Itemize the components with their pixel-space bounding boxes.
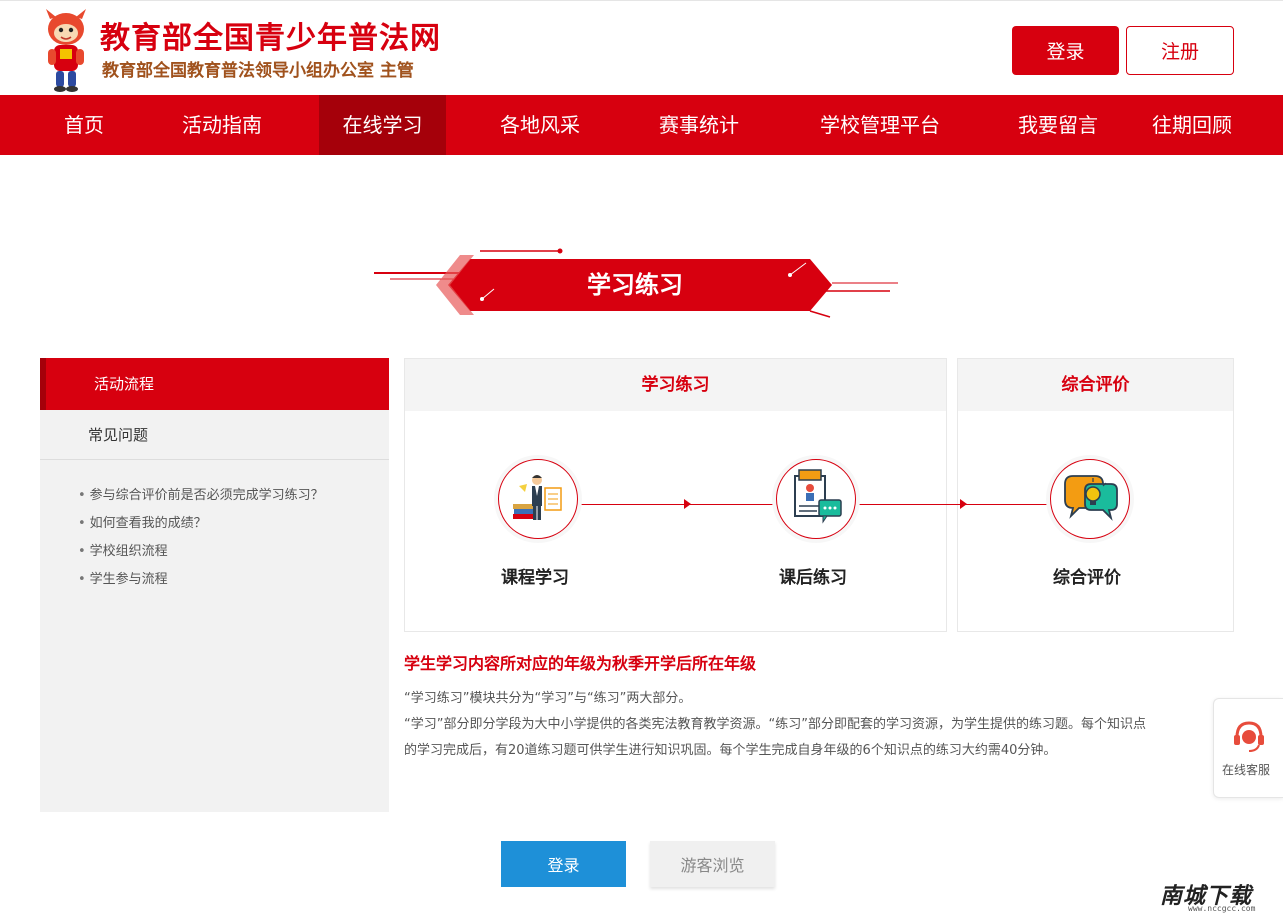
arrow-right-icon [960,499,967,509]
course-study-label: 课程学习 [501,568,569,588]
after-class-practice-step[interactable] [776,459,856,539]
faq-list: 参与综合评价前是否必须完成学习练习？ 如何查看我的成绩？ 学校组织流程 学生参与… [78,482,324,594]
after-class-practice-label: 课后练习 [779,568,847,588]
arrow-right-icon [684,499,691,509]
info-paragraph: “学习”部分即分学段为大中小学提供的各类宪法教育教学资源。“练习”部分即配套的学… [404,717,1146,732]
faq-item[interactable]: 学生参与流程 [78,566,324,594]
login-button[interactable]: 登录 [501,841,626,887]
nav-item-guide[interactable]: 活动指南 [162,95,282,155]
evaluation-box-title: 综合评价 [958,359,1233,411]
nav-item-school-platform[interactable]: 学校管理平台 [800,95,960,155]
nav-item-home[interactable]: 首页 [44,95,124,155]
banner-title: 学习练习 [587,271,683,299]
headset-icon [1234,721,1264,752]
watermark-logo: 南城下载 www.nccgcc.com [1160,878,1275,913]
faq-item[interactable]: 参与综合评价前是否必须完成学习练习？ [78,482,324,510]
section-banner: 学习练习 [370,245,900,325]
comprehensive-evaluation-label: 综合评价 [1053,568,1121,588]
flow-connector [577,504,777,505]
online-service-widget[interactable]: 在线客服 [1213,698,1283,798]
document-icon [794,469,842,524]
nav-item-regions[interactable]: 各地风采 [480,95,600,155]
faq-item[interactable]: 学校组织流程 [78,538,324,566]
guest-browse-button[interactable]: 游客浏览 [650,841,775,887]
sidebar-tab-faq[interactable]: 常见问题 [40,410,389,460]
sidebar: 活动流程 常见问题 参与综合评价前是否必须完成学习练习？ 如何查看我的成绩？ 学… [40,358,389,812]
grade-notice-title: 学生学习内容所对应的年级为秋季开学后所在年级 [404,654,757,673]
nav-item-online-learning[interactable]: 在线学习 [319,95,446,155]
header: 教育部全国青少年普法网 教育部全国教育普法领导小组办公室 主管 登录 注册 [0,0,1283,95]
site-title: 教育部全国青少年普法网 [100,21,441,56]
course-study-step[interactable] [498,459,578,539]
idea-chat-icon [1064,475,1118,521]
info-paragraph: 的学习完成后，有20道练习题可供学生进行知识巩固。每个学生完成自身年级的6个知识… [404,743,1057,758]
comprehensive-evaluation-step[interactable] [1050,459,1130,539]
nav-item-review[interactable]: 往期回顾 [1142,95,1242,155]
site-subtitle: 教育部全国教育普法领导小组办公室 主管 [102,61,414,81]
header-register-button[interactable]: 注册 [1126,26,1234,75]
nav-item-message[interactable]: 我要留言 [998,95,1118,155]
faq-item[interactable]: 如何查看我的成绩？ [78,510,324,538]
main-nav: 首页 活动指南 在线学习 各地风采 赛事统计 学校管理平台 我要留言 往期回顾 [0,95,1283,155]
sidebar-tab-activity-flow[interactable]: 活动流程 [40,358,389,410]
header-login-button[interactable]: 登录 [1012,26,1119,75]
online-service-label: 在线客服 [1222,763,1271,777]
watermark-url: www.nccgcc.com [1188,904,1256,913]
study-practice-box: 学习练习 [404,358,947,632]
flow-connector [855,504,1051,505]
info-paragraph: “学习练习”模块共分为“学习”与“练习”两大部分。 [404,691,692,706]
nav-item-statistics[interactable]: 赛事统计 [639,95,759,155]
mascot-logo-icon [46,9,86,92]
teacher-icon [513,475,562,520]
study-practice-box-title: 学习练习 [405,359,946,411]
